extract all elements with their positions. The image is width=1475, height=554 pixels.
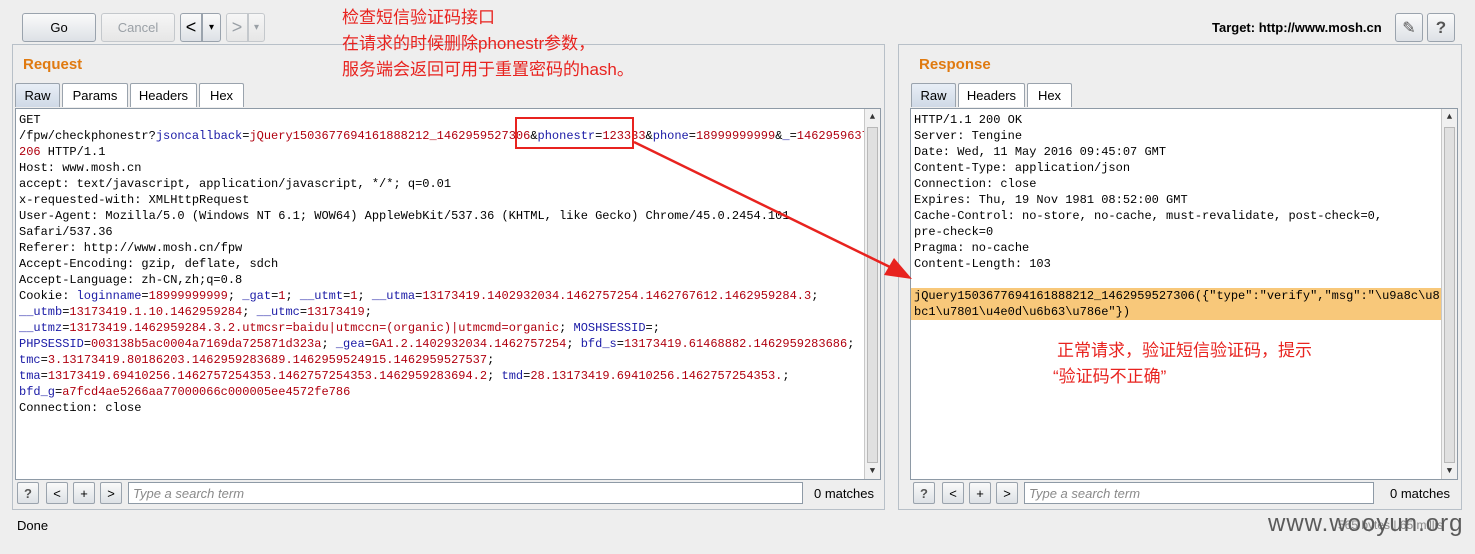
- watermark: www.wooyun.org: [1268, 510, 1464, 537]
- annotation-arrow: [633, 140, 912, 279]
